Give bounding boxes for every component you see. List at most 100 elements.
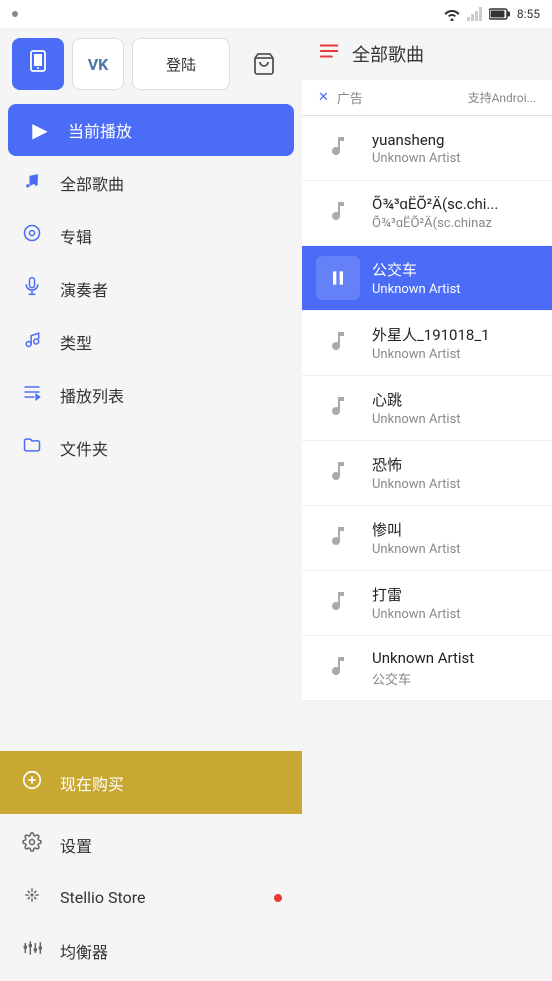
song-icon-wrap: [316, 126, 360, 170]
song-item[interactable]: 外星人_191018_1 Unknown Artist: [302, 311, 552, 376]
vk-button[interactable]: VK: [72, 38, 124, 90]
folder-icon: [20, 435, 44, 460]
nav-label-allsongs: 全部歌曲: [60, 171, 124, 195]
song-info: Õ¾³ɑËÕ²Ä(sc.chi... Õ¾³ɑËÕ²Ä(sc.chinaz: [372, 195, 538, 231]
song-icon-wrap: [316, 386, 360, 430]
ad-close[interactable]: ✕: [318, 90, 329, 105]
song-item-playing[interactable]: 公交车 Unknown Artist: [302, 246, 552, 311]
vk-label: VK: [88, 55, 109, 74]
song-artist: Unknown Artist: [372, 542, 538, 557]
song-info: 公交车 Unknown Artist: [372, 259, 538, 297]
nav-item-artists[interactable]: 演奏者: [0, 262, 302, 315]
buy-button[interactable]: 现在购买: [0, 751, 302, 814]
song-info: Unknown Artist 公交车: [372, 649, 538, 688]
song-artist: 公交车: [372, 669, 538, 688]
menu-icon[interactable]: [318, 40, 340, 68]
song-item[interactable]: 惨叫 Unknown Artist: [302, 506, 552, 571]
song-item[interactable]: Unknown Artist 公交车: [302, 636, 552, 701]
nav-item-albums[interactable]: 专辑: [0, 209, 302, 262]
song-icon-wrap: [316, 321, 360, 365]
notification-dot: [274, 894, 282, 902]
nav-item-genres[interactable]: 类型: [0, 315, 302, 368]
music-note-icon: [326, 654, 350, 683]
song-icon-wrap: [316, 581, 360, 625]
song-title: 公交车: [372, 259, 538, 280]
nav-item-current[interactable]: ▶ 当前播放: [8, 104, 294, 156]
cart-button[interactable]: [238, 38, 290, 90]
song-list: yuansheng Unknown Artist Õ¾³ɑËÕ²Ä(sc.chi…: [302, 116, 552, 981]
nav-item-folders[interactable]: 文件夹: [0, 421, 302, 474]
music-note-icon: [326, 199, 350, 228]
nav-item-allsongs[interactable]: 全部歌曲: [0, 156, 302, 209]
app-container: VK 登陆 ▶ 当前播放: [0, 28, 552, 981]
login-button[interactable]: 登陆: [132, 38, 230, 90]
equalizer-icon: [20, 938, 44, 963]
song-icon-wrap: [316, 451, 360, 495]
nav-label-folders: 文件夹: [60, 436, 108, 460]
song-title: Unknown Artist: [372, 649, 538, 667]
login-label: 登陆: [166, 54, 196, 75]
song-artist: Unknown Artist: [372, 607, 538, 622]
settings-icon: [20, 832, 44, 857]
song-icon-wrap: [316, 646, 360, 690]
music-note-icon: [326, 524, 350, 553]
battery-icon: [489, 8, 511, 20]
song-info: 外星人_191018_1 Unknown Artist: [372, 324, 538, 362]
main-content: 全部歌曲 ✕ 广告 支持Androi...: [302, 28, 552, 981]
ad-banner-left: ✕ 广告: [318, 88, 363, 107]
ad-banner: ✕ 广告 支持Androi...: [302, 80, 552, 116]
song-title: 恐怖: [372, 454, 538, 475]
main-header: 全部歌曲: [302, 28, 552, 80]
song-artist: Unknown Artist: [372, 412, 538, 427]
song-artist: Unknown Artist: [372, 151, 538, 166]
music-note-icon: [326, 329, 350, 358]
store-icon: [20, 885, 44, 910]
song-item[interactable]: 恐怖 Unknown Artist: [302, 441, 552, 506]
song-info: 心跳 Unknown Artist: [372, 389, 538, 427]
device-button[interactable]: [12, 38, 64, 90]
buy-icon: [20, 769, 44, 796]
play-icon: ▶: [28, 118, 52, 142]
nav-label-albums: 专辑: [60, 224, 92, 248]
song-title: 惨叫: [372, 519, 538, 540]
settings-item[interactable]: 设置: [0, 818, 302, 871]
sidebar-header: VK 登陆: [0, 28, 302, 100]
equalizer-item[interactable]: 均衡器: [0, 924, 302, 977]
settings-label: 设置: [60, 833, 92, 857]
sidebar-nav: ▶ 当前播放 全部歌曲 专辑: [0, 100, 302, 743]
nav-item-playlists[interactable]: 播放列表: [0, 368, 302, 421]
music-note-icon: [326, 459, 350, 488]
song-title: yuansheng: [372, 131, 538, 149]
song-item[interactable]: Õ¾³ɑËÕ²Ä(sc.chi... Õ¾³ɑËÕ²Ä(sc.chinaz: [302, 181, 552, 246]
time-display: 8:55: [517, 7, 540, 21]
song-title: 打雷: [372, 584, 538, 605]
song-artist: Õ¾³ɑËÕ²Ä(sc.chinaz: [372, 215, 538, 231]
song-item[interactable]: 打雷 Unknown Artist: [302, 571, 552, 636]
ad-text: 广告: [337, 88, 363, 107]
pause-button[interactable]: [316, 256, 360, 300]
music-note-icon: [326, 134, 350, 163]
nav-label-artists: 演奏者: [60, 277, 108, 301]
song-info: 打雷 Unknown Artist: [372, 584, 538, 622]
device-icon: [26, 49, 50, 79]
genre-icon: [20, 329, 44, 354]
song-artist: Unknown Artist: [372, 282, 538, 297]
song-icon-wrap: [316, 516, 360, 560]
song-icon-wrap: [316, 191, 360, 235]
song-info: 恐怖 Unknown Artist: [372, 454, 538, 492]
song-item[interactable]: yuansheng Unknown Artist: [302, 116, 552, 181]
status-dot: [12, 11, 18, 17]
page-title: 全部歌曲: [352, 41, 424, 67]
status-bar-left: [12, 11, 18, 17]
nav-label-genres: 类型: [60, 330, 92, 354]
nav-label-playlists: 播放列表: [60, 383, 124, 407]
sidebar-bottom: 设置 Stellio Store: [0, 814, 302, 981]
song-item[interactable]: 心跳 Unknown Artist: [302, 376, 552, 441]
sidebar: VK 登陆 ▶ 当前播放: [0, 28, 302, 981]
song-title: 外星人_191018_1: [372, 324, 538, 345]
nav-label-current: 当前播放: [68, 118, 132, 142]
status-bar: 8:55: [0, 0, 552, 28]
cart-icon: [252, 52, 276, 76]
song-artist: Unknown Artist: [372, 347, 538, 362]
store-item[interactable]: Stellio Store: [0, 871, 302, 924]
